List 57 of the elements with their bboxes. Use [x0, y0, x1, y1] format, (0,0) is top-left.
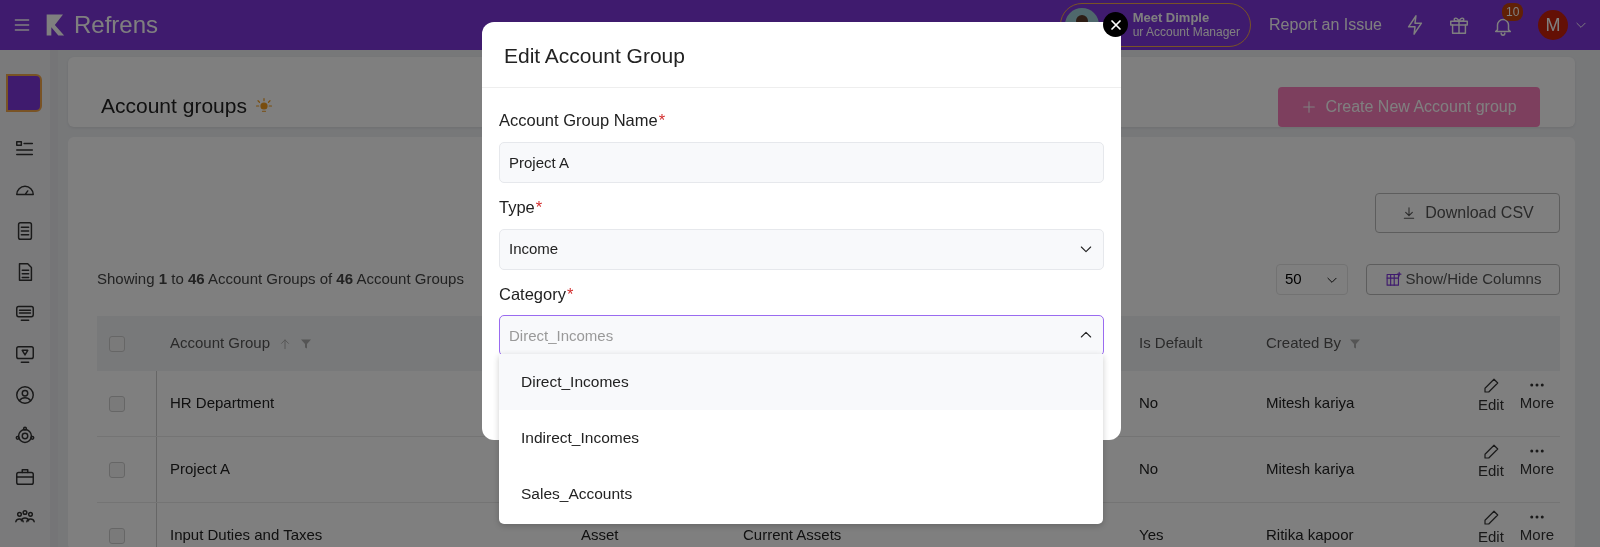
table-cell: No — [1139, 460, 1159, 478]
user-icon[interactable] — [14, 384, 36, 406]
lightbulb-icon — [254, 96, 273, 115]
notification-badge: 10 — [1502, 3, 1524, 22]
plus-icon — [1301, 99, 1318, 115]
close-icon — [1109, 18, 1122, 31]
results-summary: Showing 1 to 46 Account Groups of 46 Account Groups — [97, 269, 464, 290]
more-button[interactable]: More — [1519, 509, 1555, 544]
type-select[interactable]: Income — [499, 228, 1104, 270]
user-avatar[interactable]: M — [1538, 10, 1568, 40]
field-label: Account Group Name* — [499, 110, 667, 131]
checkbox[interactable] — [109, 461, 125, 478]
input-field[interactable]: Project A — [499, 141, 1104, 183]
table-cell: No — [1139, 394, 1159, 412]
manager-name: Meet Dimple — [1132, 11, 1211, 26]
dropdown-option[interactable]: Sales_Accounts — [499, 466, 1103, 522]
table-cell-text: Project A — [170, 459, 231, 480]
pencil-icon — [1481, 443, 1500, 461]
edit-button[interactable]: Edit — [1478, 443, 1504, 478]
field-label: Type* — [499, 196, 544, 218]
category-select[interactable]: Direct_Incomes — [499, 315, 1104, 357]
table-cell-text: HR Department — [170, 393, 275, 414]
edit-button[interactable]: Edit — [1478, 377, 1504, 412]
dropdown-option[interactable]: Indirect_Incomes — [499, 410, 1103, 466]
table-cell: Mitesh kariya — [1266, 460, 1355, 478]
column-header[interactable]: Account Group — [170, 332, 271, 355]
report-issue-link[interactable]: Report an Issue — [1269, 13, 1382, 37]
monitor-icon[interactable] — [14, 343, 36, 365]
manager-role: ur Account Manager — [1132, 25, 1241, 39]
filter-icon[interactable] — [1349, 337, 1362, 350]
table-cell: Asset — [581, 526, 619, 544]
page-size-select[interactable]: 50 — [1276, 264, 1348, 295]
column-header[interactable]: Created By — [1266, 332, 1342, 355]
table-cell: Ritika kapoor — [1266, 526, 1354, 544]
more-button[interactable]: More — [1519, 443, 1555, 478]
show-hide-columns-button[interactable]: Show/Hide Columns — [1366, 264, 1560, 295]
column-header[interactable]: Is Default — [1139, 332, 1203, 355]
field-label: Category* — [499, 283, 575, 305]
dropdown-option[interactable]: Direct_Incomes — [499, 354, 1103, 410]
checkbox[interactable] — [109, 395, 125, 412]
table-cell: Yes — [1139, 526, 1164, 544]
pencil-icon — [1481, 377, 1500, 395]
sidebar-item[interactable] — [6, 74, 42, 112]
briefcase-icon[interactable] — [14, 466, 36, 488]
page-title: Account groups — [101, 93, 247, 119]
table-cell: Mitesh kariya — [1266, 394, 1355, 412]
table-cell-text: Input Duties and Taxes — [170, 525, 323, 546]
brand-name: Refrens — [74, 10, 159, 40]
checkbox[interactable] — [109, 527, 125, 544]
filter-icon[interactable] — [300, 337, 313, 350]
table-cell: Current Assets — [743, 526, 842, 544]
gift-icon[interactable] — [1448, 14, 1470, 36]
more-button[interactable]: More — [1519, 377, 1555, 412]
download-csv-button[interactable]: Download CSV — [1375, 193, 1560, 233]
pencil-icon — [1481, 509, 1500, 527]
table-icon — [1384, 271, 1402, 288]
edit-button[interactable]: Edit — [1478, 509, 1504, 544]
